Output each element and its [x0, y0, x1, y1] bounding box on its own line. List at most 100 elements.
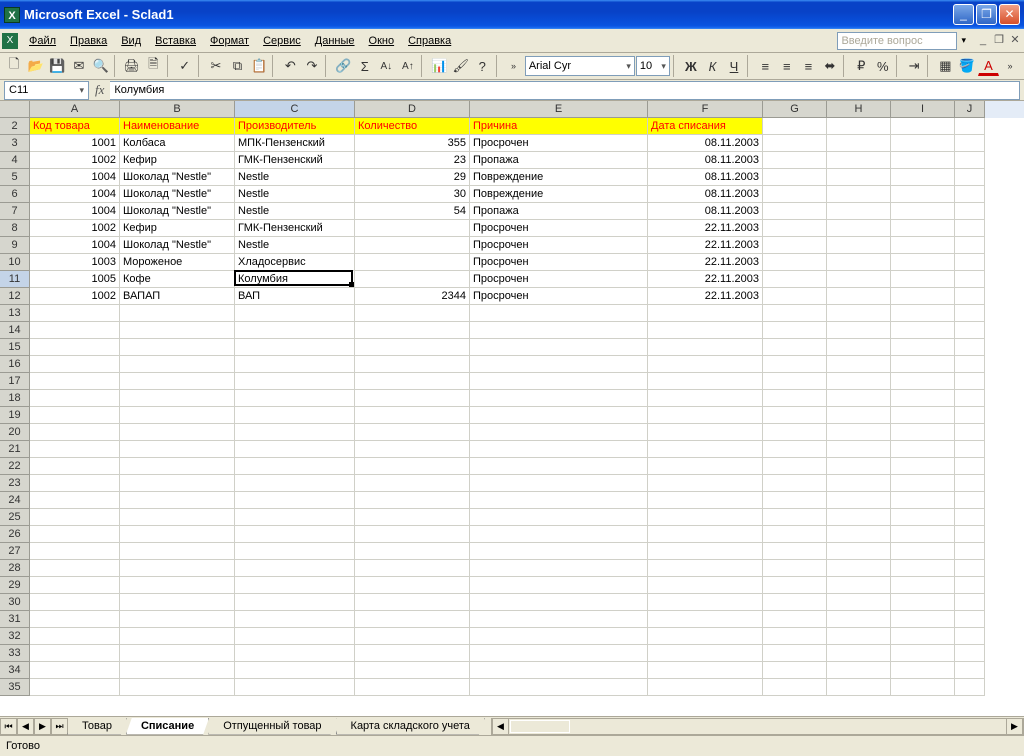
cell[interactable]: Кофе	[120, 271, 235, 288]
cell[interactable]	[827, 679, 891, 696]
cell[interactable]	[955, 526, 985, 543]
cell[interactable]: Пропажа	[470, 203, 648, 220]
tab-next-icon[interactable]: ▶	[34, 718, 51, 735]
cell[interactable]: 08.11.2003	[648, 186, 763, 203]
cell[interactable]	[648, 509, 763, 526]
cell[interactable]	[763, 356, 827, 373]
cell[interactable]: 22.11.2003	[648, 288, 763, 305]
cell[interactable]	[827, 645, 891, 662]
cell[interactable]	[827, 186, 891, 203]
cell[interactable]	[648, 339, 763, 356]
cell[interactable]	[763, 611, 827, 628]
cell[interactable]	[763, 560, 827, 577]
row-header[interactable]: 25	[0, 509, 30, 526]
cell[interactable]	[235, 424, 355, 441]
cell[interactable]	[355, 628, 470, 645]
cell[interactable]: 30	[355, 186, 470, 203]
cell[interactable]	[120, 679, 235, 696]
row-header[interactable]: 35	[0, 679, 30, 696]
tab-first-icon[interactable]: ⏮	[0, 718, 17, 735]
cell[interactable]	[763, 254, 827, 271]
cell[interactable]	[120, 441, 235, 458]
cell[interactable]: 08.11.2003	[648, 152, 763, 169]
row-header[interactable]: 34	[0, 662, 30, 679]
cell[interactable]	[355, 322, 470, 339]
cell[interactable]	[30, 543, 120, 560]
cell[interactable]	[235, 458, 355, 475]
cell[interactable]: Nestle	[235, 186, 355, 203]
cell[interactable]	[120, 322, 235, 339]
name-box[interactable]: C11▾	[4, 81, 89, 100]
scroll-right-icon[interactable]: ▶	[1006, 719, 1023, 734]
cell[interactable]	[30, 509, 120, 526]
cell[interactable]	[470, 679, 648, 696]
underline-icon[interactable]: Ч	[724, 55, 745, 77]
cell[interactable]	[891, 611, 955, 628]
cell[interactable]	[763, 152, 827, 169]
cell[interactable]	[235, 577, 355, 594]
cell[interactable]	[827, 407, 891, 424]
ask-question-box[interactable]: Введите вопрос	[837, 32, 957, 50]
print-icon[interactable]: 🖨	[122, 55, 143, 77]
cell[interactable]: Просрочен	[470, 220, 648, 237]
doc-minimize-button[interactable]: _	[976, 34, 990, 48]
cell[interactable]	[120, 492, 235, 509]
drawing-icon[interactable]: 🖌	[450, 55, 471, 77]
cell[interactable]	[470, 560, 648, 577]
cell[interactable]	[763, 237, 827, 254]
cell[interactable]	[763, 220, 827, 237]
cell[interactable]	[891, 254, 955, 271]
row-header[interactable]: 15	[0, 339, 30, 356]
cell[interactable]	[30, 577, 120, 594]
cell[interactable]	[955, 645, 985, 662]
cell[interactable]: Nestle	[235, 203, 355, 220]
cell[interactable]: Мороженое	[120, 254, 235, 271]
cell[interactable]	[470, 339, 648, 356]
formula-bar[interactable]: Колумбия	[110, 81, 1020, 100]
cell[interactable]	[827, 237, 891, 254]
cell[interactable]	[827, 458, 891, 475]
cell[interactable]	[827, 118, 891, 135]
cell[interactable]	[355, 526, 470, 543]
bold-icon[interactable]: Ж	[681, 55, 702, 77]
cell[interactable]	[235, 509, 355, 526]
cell[interactable]	[235, 679, 355, 696]
cell[interactable]: Колумбия	[235, 271, 355, 288]
cell[interactable]	[648, 475, 763, 492]
row-header[interactable]: 19	[0, 407, 30, 424]
cell[interactable]	[120, 373, 235, 390]
cell[interactable]	[30, 373, 120, 390]
cell[interactable]: 22.11.2003	[648, 220, 763, 237]
cell[interactable]	[235, 305, 355, 322]
sheet-tab[interactable]: Списание	[126, 718, 209, 735]
cell[interactable]	[763, 543, 827, 560]
fx-icon[interactable]: fx	[89, 82, 110, 98]
row-header[interactable]: 7	[0, 203, 30, 220]
col-header-F[interactable]: F	[648, 101, 763, 118]
cell[interactable]	[30, 611, 120, 628]
cell[interactable]	[827, 288, 891, 305]
cell[interactable]: 1005	[30, 271, 120, 288]
cell[interactable]	[235, 322, 355, 339]
cell[interactable]	[763, 118, 827, 135]
cell[interactable]	[891, 186, 955, 203]
row-header[interactable]: 32	[0, 628, 30, 645]
cell[interactable]	[235, 492, 355, 509]
row-header[interactable]: 29	[0, 577, 30, 594]
cell[interactable]	[827, 152, 891, 169]
cell[interactable]	[120, 594, 235, 611]
cell[interactable]	[355, 305, 470, 322]
cell[interactable]	[827, 628, 891, 645]
cell[interactable]	[891, 118, 955, 135]
cell[interactable]	[891, 543, 955, 560]
cell[interactable]	[955, 509, 985, 526]
cell[interactable]	[955, 169, 985, 186]
cell[interactable]	[648, 492, 763, 509]
cell[interactable]	[235, 373, 355, 390]
cell[interactable]	[891, 492, 955, 509]
row-header[interactable]: 24	[0, 492, 30, 509]
cell[interactable]: Хладосервис	[235, 254, 355, 271]
cell[interactable]	[891, 322, 955, 339]
cell[interactable]	[763, 135, 827, 152]
cell[interactable]: 54	[355, 203, 470, 220]
